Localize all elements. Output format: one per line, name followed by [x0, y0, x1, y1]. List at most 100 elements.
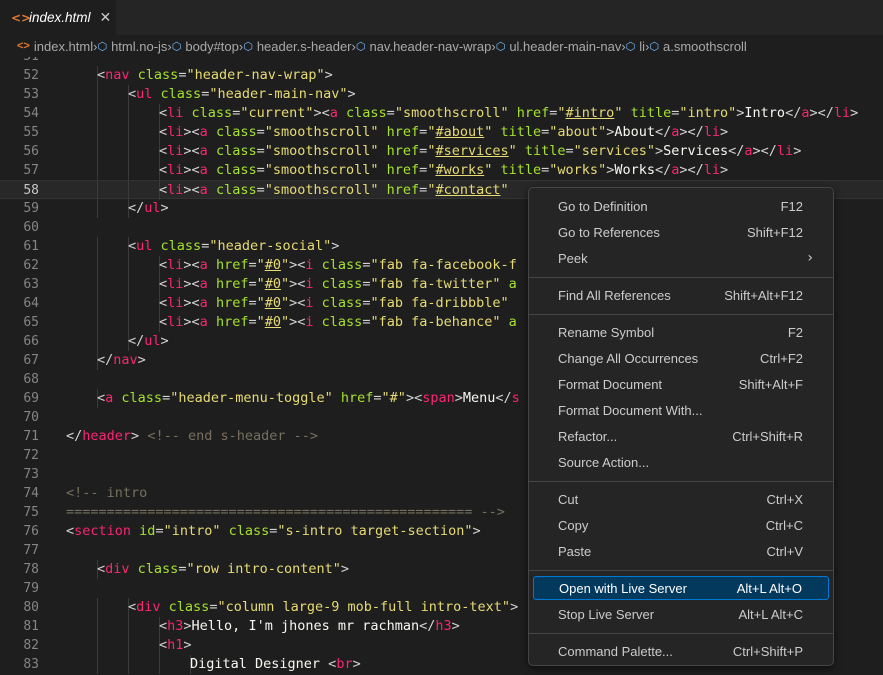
menu-item-go-to-references[interactable]: Go to References Shift+F12 [533, 220, 829, 244]
code-token: href [508, 105, 550, 121]
indent-guide [97, 237, 98, 256]
menu-item-paste[interactable]: Paste Ctrl+V [533, 539, 829, 563]
line-number: 55 [23, 125, 39, 140]
code-token: href [378, 182, 420, 198]
code-token: < [159, 162, 168, 178]
menu-item-open-with-live-server[interactable]: Open with Live Server Alt+L Alt+O [533, 576, 829, 600]
html-file-icon: <> [17, 40, 30, 52]
close-icon[interactable]: ✕ [100, 10, 112, 26]
menu-item-change-all-occurrences[interactable]: Change All Occurrences Ctrl+F2 [533, 346, 829, 370]
menu-item-format-document-with[interactable]: Format Document With... [533, 398, 829, 422]
code-token: li [833, 105, 851, 121]
breadcrumb-item[interactable]: ⬡ li [626, 39, 645, 54]
menu-item-shortcut: Alt+L Alt+O [736, 580, 802, 596]
cube-icon: ⬡ [355, 39, 366, 53]
code-token: ul [136, 86, 153, 102]
breadcrumb-item[interactable]: ⬡ header.s-header [243, 39, 351, 54]
code-line[interactable]: 57 <li><a class="smoothscroll" href="#wor… [0, 161, 883, 180]
menu-item-shortcut: F12 [780, 198, 803, 214]
code-token: < [159, 276, 168, 292]
code-token: class [129, 67, 179, 83]
menu-item-shortcut: Shift+Alt+F12 [724, 287, 803, 303]
menu-item-format-document[interactable]: Format Document Shift+Alt+F [533, 372, 829, 396]
code-token: a [199, 182, 208, 198]
code-token: < [159, 618, 168, 634]
indent-guide [97, 598, 98, 617]
indent-guide [97, 275, 98, 294]
code-text: </ul> [128, 332, 169, 351]
code-text: <li><a href="#0"><i class="fab fa-behanc… [159, 313, 517, 332]
code-token: = [155, 523, 164, 539]
code-token: a [329, 105, 338, 121]
code-token: ul [144, 200, 161, 216]
code-token: = [256, 162, 265, 178]
code-line[interactable]: 51 [0, 57, 883, 66]
code-token: "intro" [679, 105, 737, 121]
breadcrumb-label: a.smoothscroll [663, 38, 747, 54]
menu-item-source-action[interactable]: Source Action... [533, 450, 829, 474]
code-token: "fab fa-facebook-f [370, 257, 517, 273]
menu-item-shortcut: Alt+L Alt+C [738, 606, 803, 622]
menu-item-command-palette[interactable]: Command Palette... Ctrl+Shift+P [533, 639, 829, 663]
tab-index-html[interactable]: <> index.html ✕ [0, 0, 116, 35]
code-line[interactable]: 53 <ul class="header-main-nav"> [0, 85, 883, 104]
code-line[interactable]: 55 <li><a class="smoothscroll" href="#abo… [0, 123, 883, 142]
breadcrumb-item[interactable]: ⬡ html.no-js [97, 39, 167, 54]
code-token: " [256, 257, 265, 273]
line-number: 81 [23, 619, 39, 634]
code-token: "intro" [163, 523, 221, 539]
line-number: 58 [23, 183, 39, 198]
menu-item-go-to-definition[interactable]: Go to Definition F12 [533, 194, 829, 218]
code-token: "header-social" [209, 238, 332, 254]
code-text: </ul> [128, 199, 169, 218]
code-token: class [207, 124, 257, 140]
menu-item-copy[interactable]: Copy Ctrl+C [533, 513, 829, 537]
code-token: a [199, 124, 208, 140]
breadcrumb-item[interactable]: ⬡ ul.header-main-nav [496, 39, 622, 54]
menu-item-stop-live-server[interactable]: Stop Live Server Alt+L Alt+C [533, 602, 829, 626]
code-token: #intro [565, 105, 615, 121]
indent-guide [97, 199, 98, 218]
menu-item-peek[interactable]: Peek › [533, 246, 829, 270]
code-token: "header-main-nav" [209, 86, 348, 102]
menu-item-label: Format Document With... [558, 402, 703, 418]
menu-item-label: Rename Symbol [558, 324, 655, 340]
line-number: 70 [23, 410, 39, 425]
breadcrumb-item[interactable]: <> index.html [17, 39, 93, 54]
line-number: 71 [23, 429, 39, 444]
line-number: 75 [23, 505, 39, 520]
line-number: 61 [23, 239, 39, 254]
breadcrumb-item[interactable]: ⬡ nav.header-nav-wrap [356, 39, 492, 54]
breadcrumb-item[interactable]: ⬡ body#top [172, 39, 239, 54]
code-token: class [152, 238, 202, 254]
menu-item-refactor[interactable]: Refactor... Ctrl+Shift+R [533, 424, 829, 448]
breadcrumb-item[interactable]: ⬡ a.smoothscroll [649, 39, 746, 54]
indent-guide [97, 256, 98, 275]
menu-item-rename-symbol[interactable]: Rename Symbol F2 [533, 320, 829, 344]
code-token: "smoothscroll" [264, 124, 379, 140]
code-token: <!-- end s-header --> [139, 428, 318, 444]
code-token: > [183, 637, 192, 653]
code-line[interactable]: 54 <li class="current"><a class="smoothsc… [0, 104, 883, 123]
menu-item-label: Find All References [558, 287, 671, 303]
line-number: 53 [23, 87, 39, 102]
code-text: </header> <!-- end s-header --> [66, 427, 318, 446]
menu-item-label: Format Document [558, 376, 663, 392]
code-token: a [500, 314, 517, 330]
code-text: <li><a class="smoothscroll" href="#about… [159, 123, 728, 142]
menu-item-cut[interactable]: Cut Ctrl+X [533, 487, 829, 511]
code-line[interactable]: 52 <nav class="header-nav-wrap"> [0, 66, 883, 85]
indent-guide [128, 655, 129, 674]
menu-item-label: Copy [558, 517, 589, 533]
code-token: > [340, 561, 350, 577]
code-token: </ [495, 390, 512, 406]
menu-item-find-all-references[interactable]: Find All References Shift+Alt+F12 [533, 283, 829, 307]
code-token: >< [183, 295, 200, 311]
indent-guide [128, 161, 129, 180]
code-token: >< [313, 105, 330, 121]
indent-guide [97, 85, 98, 104]
code-token: >< [289, 314, 306, 330]
code-line[interactable]: 56 <li><a class="smoothscroll" href="#ser… [0, 142, 883, 161]
cube-icon: ⬡ [649, 39, 660, 53]
indent-guide [97, 123, 98, 142]
